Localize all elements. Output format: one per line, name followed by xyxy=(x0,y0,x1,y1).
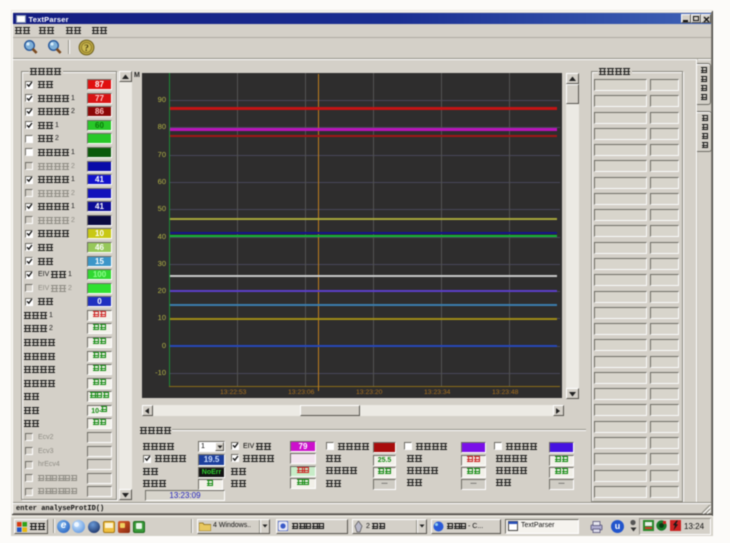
svg-text:?: ? xyxy=(84,44,89,54)
